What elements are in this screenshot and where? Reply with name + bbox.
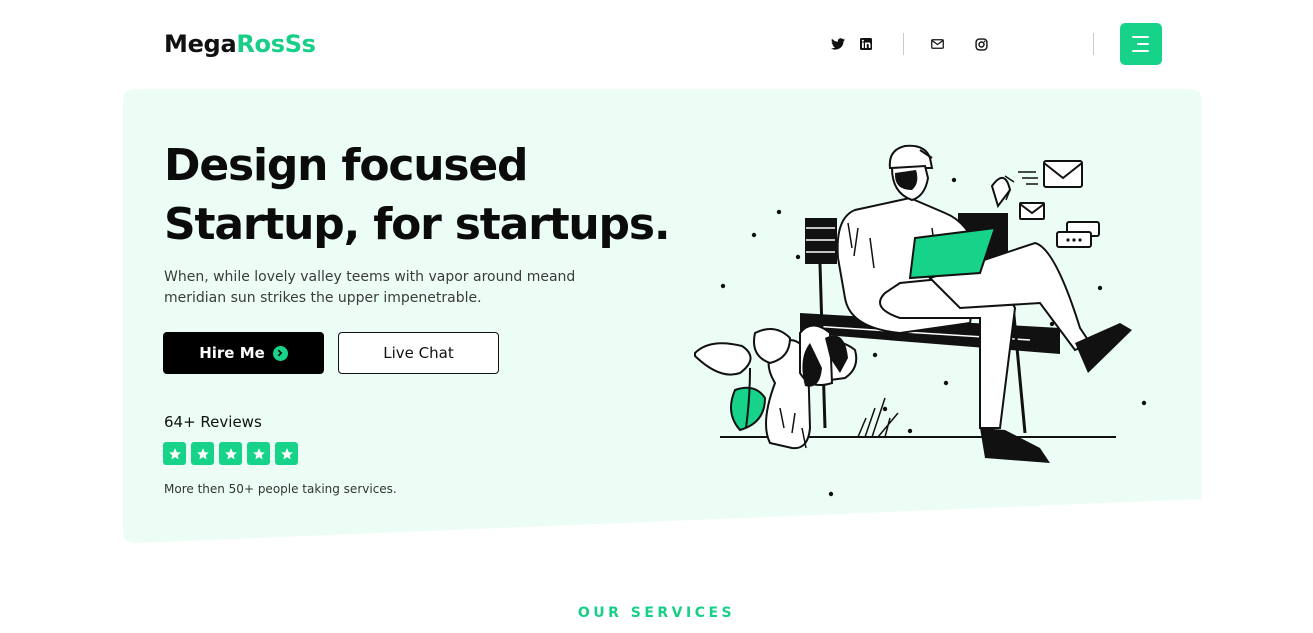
star-icon: [163, 442, 186, 465]
hamburger-menu-icon[interactable]: [1120, 23, 1162, 65]
divider: [1093, 33, 1094, 55]
hero-title-line-2: Startup, for startups.: [164, 199, 671, 250]
star-icon: [191, 442, 214, 465]
hero-description: When, while lovely valley teems with vap…: [164, 269, 576, 306]
live-chat-button[interactable]: Live Chat: [338, 332, 499, 374]
reviews-note: More then 50+ people taking services.: [164, 482, 397, 496]
rating-stars: [163, 442, 298, 465]
social-links: [828, 33, 1094, 55]
hire-me-label: Hire Me: [199, 344, 265, 362]
site-header: MegaRosSs: [0, 0, 1313, 88]
star-icon: [247, 442, 270, 465]
brand-logo[interactable]: MegaRosSs: [164, 30, 316, 58]
instagram-icon[interactable]: [971, 34, 991, 54]
hero-illustration: [694, 144, 1147, 497]
hero-title: Design focused Startup, for startups.: [164, 136, 684, 254]
mail-icon[interactable]: [927, 34, 947, 54]
hire-me-button[interactable]: Hire Me: [163, 332, 324, 374]
divider: [903, 33, 904, 55]
twitter-icon[interactable]: [828, 34, 848, 54]
star-icon: [219, 442, 242, 465]
live-chat-label: Live Chat: [383, 344, 454, 362]
logo-text-primary: Mega: [164, 30, 237, 58]
hero-title-line-1: Design focused: [164, 140, 528, 191]
linkedin-icon[interactable]: [856, 34, 876, 54]
services-eyebrow: OUR SERVICES: [577, 605, 736, 621]
arrow-right-icon: [272, 345, 288, 361]
star-icon: [275, 442, 298, 465]
logo-text-accent: RosSs: [236, 30, 316, 58]
reviews-count: 64+ Reviews: [164, 413, 262, 431]
